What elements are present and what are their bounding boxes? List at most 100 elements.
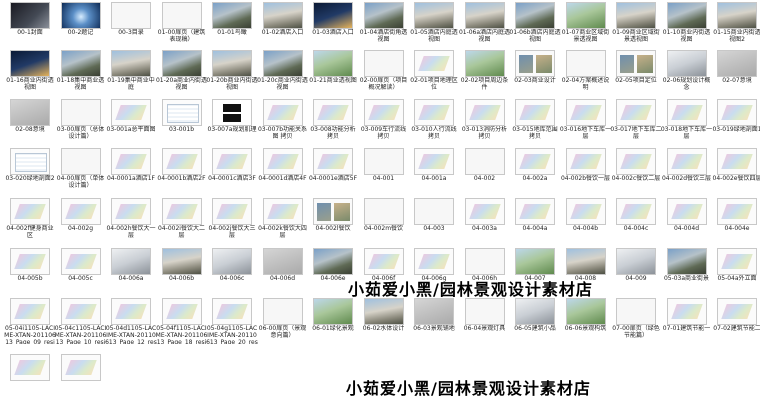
file-thumbnail-item[interactable]: 06-05建筑小品 (509, 296, 561, 344)
file-thumbnail-item[interactable]: 03-015地库范围 拷贝 (509, 97, 561, 145)
file-thumbnail-item[interactable]: 01-19集中商业中庭 (105, 48, 157, 96)
file-thumbnail-item[interactable]: 04-002f健身商业区 (4, 196, 56, 244)
file-thumbnail-item[interactable]: 01-06b酒店内庭透视图 (509, 0, 561, 48)
file-thumbnail-item[interactable]: 03-017地下车库二层 (610, 97, 662, 145)
file-thumbnail-item[interactable]: 01-20b商业内街透视图 (206, 48, 258, 96)
file-thumbnail-item[interactable]: 03-007a规划肌理 (206, 97, 258, 145)
file-thumbnail-item[interactable]: 07-00扉页（绿色节能篇） (610, 296, 662, 344)
file-thumbnail-item[interactable]: 04-001a (408, 146, 460, 194)
file-thumbnail-item[interactable]: 04-002h餐饮大一层 (105, 196, 157, 244)
file-thumbnail-item[interactable]: 01-02酒店入口 (257, 0, 309, 48)
file-thumbnail-item[interactable]: 04-002k餐饮大四层 (257, 196, 309, 244)
file-thumbnail-item[interactable]: 03-008功能分析 拷贝 (307, 97, 359, 145)
file-thumbnail-item[interactable]: 05-04c1105-LACIME-XTAN-20110613_Page_10_… (55, 296, 107, 344)
file-thumbnail-item[interactable]: 04-002l餐饮 (307, 196, 359, 244)
file-thumbnail-item[interactable]: 02-03商业设计 (509, 48, 561, 96)
file-thumbnail-item[interactable]: 02-04方案概述说明 (560, 48, 612, 96)
file-thumbnail-item[interactable]: 07-02建筑节能二 (711, 296, 760, 344)
file-thumbnail-item[interactable]: 04-002g (55, 196, 107, 244)
file-thumbnail-item[interactable]: 04-002b餐饮一层 (560, 146, 612, 194)
file-thumbnail-item[interactable]: 03-009车行流线 拷贝 (358, 97, 410, 145)
file-thumbnail-item[interactable]: 00-1封面 (4, 0, 56, 48)
file-thumbnail-item[interactable]: 03-00扉页（总体设计篇） (55, 97, 107, 145)
file-thumbnail-item[interactable]: 01-00扉页（建筑表现稿） (156, 0, 208, 48)
file-thumbnail-item[interactable]: 04-002a (509, 146, 561, 194)
file-thumbnail-item[interactable]: 03-020绿地剖面2 (4, 146, 56, 194)
file-thumbnail-item[interactable]: 04-002m餐饮 (358, 196, 410, 244)
file-thumbnail-item[interactable]: 02-08意境 (4, 97, 56, 145)
file-thumbnail-item[interactable]: 06-06景观构筑 (560, 296, 612, 344)
file-thumbnail-item[interactable]: 01-07商业区域街景透视图 (560, 0, 612, 48)
file-thumbnail-item[interactable]: 04-003a (459, 196, 511, 244)
file-thumbnail-item[interactable]: 05-04a外立面 (711, 246, 760, 294)
file-thumbnail-item[interactable]: 03-018地下车库一层 (661, 97, 713, 145)
file-thumbnail-item[interactable]: 01-20c商业内街透视图 (257, 48, 309, 96)
file-thumbnail-item[interactable]: 04-002c餐饮二层 (610, 146, 662, 194)
file-thumbnail-item[interactable]: 04-004b (560, 196, 612, 244)
file-thumbnail-item[interactable]: 01-21商业透视图 (307, 48, 359, 96)
file-thumbnail-item[interactable]: 03-019绿地剖面1 (711, 97, 760, 145)
file-thumbnail-item[interactable]: 04-00扉页（单体设计篇） (55, 146, 107, 194)
file-thumbnail-item[interactable]: 01-15商业内街透视图2 (711, 0, 760, 48)
file-thumbnail-item[interactable]: 04-003 (408, 196, 460, 244)
file-thumbnail-item[interactable]: 06-02水体设计 (358, 296, 410, 344)
file-thumbnail-item[interactable]: 04-004c (610, 196, 662, 244)
file-thumbnail-item[interactable]: 02-05项目定位 (610, 48, 662, 96)
file-thumbnail-item[interactable]: 02-00扉页（项目概况解读） (358, 48, 410, 96)
file-thumbnail-item[interactable]: 04-0001e酒店5F (307, 146, 359, 194)
file-thumbnail-item[interactable]: 04-004e (711, 196, 760, 244)
file-thumbnail-item[interactable]: 01-06a酒店内庭透视图 (459, 0, 511, 48)
file-thumbnail-item[interactable]: 04-005c (55, 246, 107, 294)
file-thumbnail-item[interactable]: 00-3目录 (105, 0, 157, 48)
file-thumbnail-item[interactable]: 04-0001d酒店4F (257, 146, 309, 194)
file-thumbnail-item[interactable]: 01-09商业区域街景透视图 (610, 0, 662, 48)
file-thumbnail-item[interactable]: 03-001b (156, 97, 208, 145)
file-thumbnail-item[interactable]: 06-03景观铺地 (408, 296, 460, 344)
file-thumbnail-item[interactable]: 01-16商业内街透视图 (4, 48, 56, 96)
file-thumbnail-item[interactable] (4, 352, 56, 400)
file-thumbnail-item[interactable]: 01-01鸟瞰 (206, 0, 258, 48)
file-thumbnail-item[interactable]: 06-04景观灯具 (459, 296, 511, 344)
file-thumbnail-item[interactable]: 02-06规划设计概念 (661, 48, 713, 96)
file-thumbnail-item[interactable]: 04-0001a酒店1F (105, 146, 157, 194)
file-thumbnail-item[interactable]: 01-04酒店街角透视图 (358, 0, 410, 48)
file-thumbnail-item[interactable]: 05-04i1105-LACIME-XTAN-20110613_Page_09_… (4, 296, 56, 344)
file-thumbnail-item[interactable] (55, 352, 107, 400)
file-thumbnail-item[interactable]: 05-04g1105-LACIME-XTAN-20110613_Page_20_… (206, 296, 258, 344)
file-thumbnail-item[interactable]: 05-04d1105-LACIME-XTAN-20110613_Page_12_… (105, 296, 157, 344)
file-thumbnail-item[interactable]: 04-002j餐饮大三层 (206, 196, 258, 244)
file-thumbnail-item[interactable]: 04-001 (358, 146, 410, 194)
file-thumbnail-item[interactable]: 01-05酒店内庭透视图 (408, 0, 460, 48)
file-thumbnail-item[interactable]: 07-01建筑节能一 (661, 296, 713, 344)
file-thumbnail-item[interactable]: 05-03a商业街景 (661, 246, 713, 294)
file-thumbnail-item[interactable]: 03-001a总平面图 (105, 97, 157, 145)
file-thumbnail-item[interactable]: 01-03酒店入口 (307, 0, 359, 48)
file-thumbnail-item[interactable]: 00-2题记 (55, 0, 107, 48)
file-thumbnail-item[interactable]: 02-01项目地理区位 (408, 48, 460, 96)
file-thumbnail-item[interactable]: 03-013消防分析 拷贝 (459, 97, 511, 145)
file-thumbnail-item[interactable]: 05-04f1105-LACIME-XTAN-20110613_Page_18_… (156, 296, 208, 344)
file-thumbnail-item[interactable]: 04-006b (156, 246, 208, 294)
file-thumbnail-item[interactable]: 01-20a商业内街透视图 (156, 48, 208, 96)
file-thumbnail-item[interactable]: 04-006a (105, 246, 157, 294)
file-thumbnail-item[interactable]: 04-006c (206, 246, 258, 294)
file-thumbnail-item[interactable]: 06-00扉页（景观意向篇） (257, 296, 309, 344)
file-thumbnail-item[interactable]: 04-002d餐饮三层 (661, 146, 713, 194)
file-thumbnail-item[interactable]: 03-016地下车库一层 (560, 97, 612, 145)
file-thumbnail-item[interactable]: 01-10商业内街透视图 (661, 0, 713, 48)
file-thumbnail-item[interactable]: 02-07意境 (711, 48, 760, 96)
file-thumbnail-item[interactable]: 01-18集中商业透视图 (55, 48, 107, 96)
file-thumbnail-item[interactable]: 04-0001c酒店3F (206, 146, 258, 194)
file-thumbnail-item[interactable]: 04-002e餐饮四层 (711, 146, 760, 194)
file-thumbnail-item[interactable]: 03-010人行流线 拷贝 (408, 97, 460, 145)
file-thumbnail-item[interactable]: 04-004d (661, 196, 713, 244)
file-thumbnail-item[interactable]: 06-01绿化景观 (307, 296, 359, 344)
file-thumbnail-item[interactable]: 04-002 (459, 146, 511, 194)
file-thumbnail-item[interactable]: 04-009 (610, 246, 662, 294)
file-thumbnail-item[interactable]: 03-007b功能关系图 拷贝 (257, 97, 309, 145)
file-thumbnail-item[interactable]: 04-005b (4, 246, 56, 294)
file-thumbnail-item[interactable]: 02-02项目周边条件 (459, 48, 511, 96)
file-thumbnail-item[interactable]: 04-006d (257, 246, 309, 294)
file-thumbnail-item[interactable]: 04-0001b酒店2F (156, 146, 208, 194)
file-thumbnail-item[interactable]: 04-002i餐饮大二层 (156, 196, 208, 244)
